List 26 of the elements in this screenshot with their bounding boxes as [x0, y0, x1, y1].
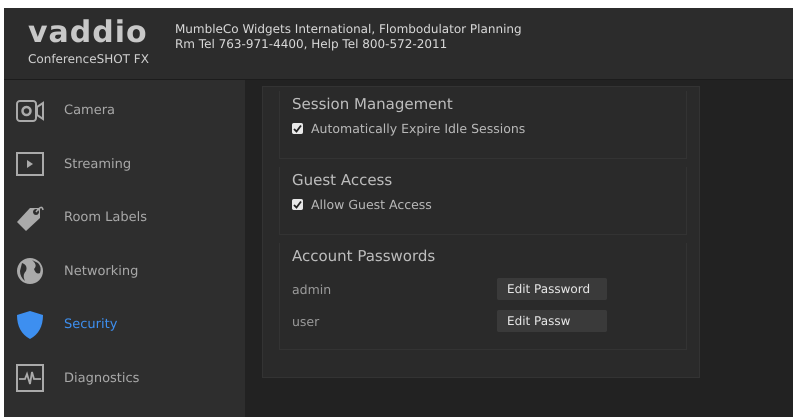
- sidebar-item[interactable]: Networking: [4, 244, 245, 298]
- sidebar-item[interactable]: Streaming: [4, 138, 245, 191]
- checkbox-label: Automatically Expire Idle Sessions: [311, 121, 526, 136]
- pulse-icon: [16, 364, 44, 392]
- phone-numbers: Rm Tel 763-971-4400, Help Tel 800-572-2011: [174, 37, 448, 51]
- edit-password-button[interactable]: Edit Passw: [497, 310, 607, 332]
- edit-password-button[interactable]: Edit Password: [497, 278, 607, 300]
- checkbox-label: Allow Guest Access: [311, 197, 432, 212]
- sidebar-item[interactable]: Diagnostics: [4, 352, 245, 405]
- section-title: Session Management: [292, 94, 454, 115]
- section-title: Account Passwords: [292, 246, 436, 267]
- checkbox[interactable]: [292, 199, 303, 210]
- section-title: Guest Access: [292, 170, 394, 191]
- account-name: admin: [292, 282, 332, 296]
- organization-name: MumbleCo Widgets International, Flombodulator Planning: [174, 22, 522, 36]
- sidebar-item[interactable]: Camera: [4, 84, 245, 138]
- globe-icon: [16, 257, 44, 286]
- logo: vaddio: [28, 18, 149, 48]
- play-icon: [16, 152, 44, 176]
- account-name: user: [292, 314, 320, 328]
- product-name: ConferenceSHOT FX: [28, 52, 149, 66]
- sidebar-item[interactable]: Room Labels: [4, 191, 245, 244]
- shield-icon: [16, 310, 44, 340]
- sidebar-item[interactable]: Security: [4, 298, 245, 352]
- tag-icon: [16, 204, 44, 232]
- checkbox[interactable]: [292, 123, 303, 134]
